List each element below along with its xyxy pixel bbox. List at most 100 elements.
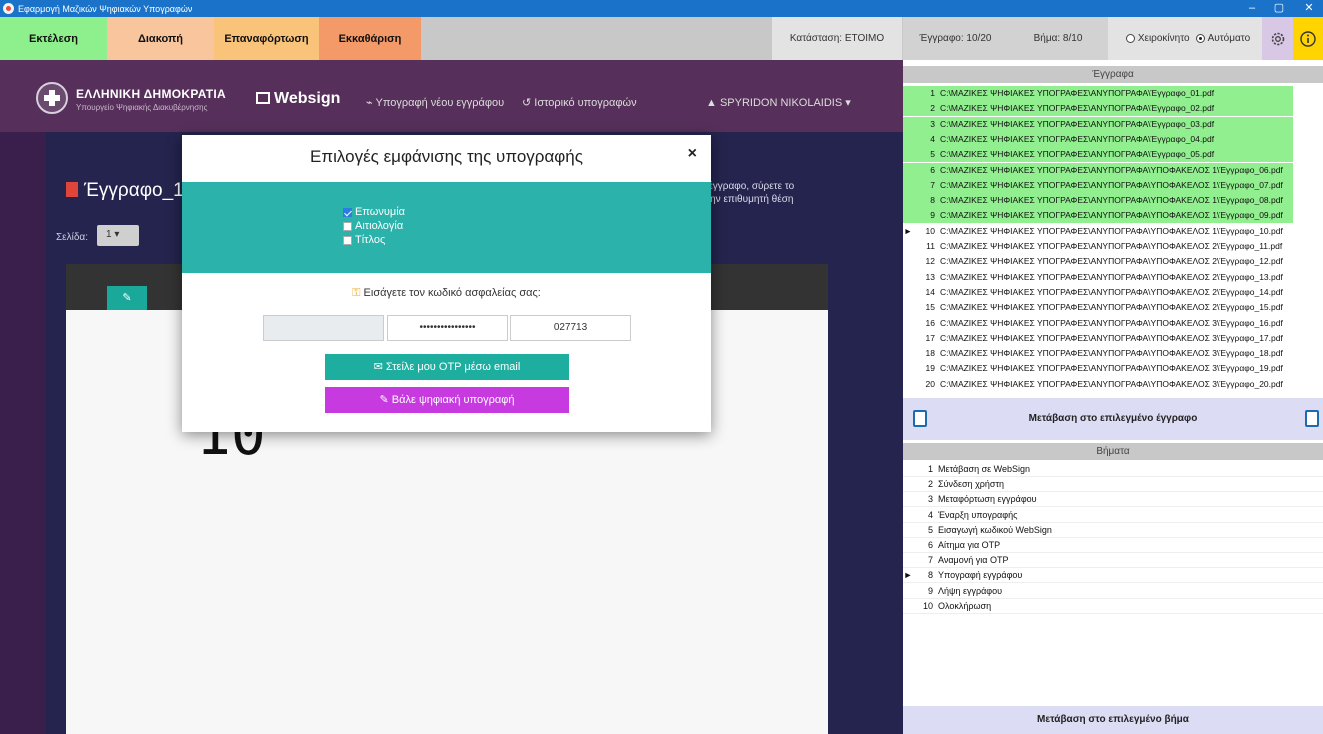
document-row[interactable]: 19 C:\ΜΑΖΙΚΕΣ ΨΗΦΙΑΚΕΣ ΥΠΟΓΡΑΦΕΣ\ΑΝΥΠΟΓΡΑ… (903, 361, 1293, 376)
document-row[interactable]: 15 C:\ΜΑΖΙΚΕΣ ΨΗΦΙΑΚΕΣ ΥΠΟΓΡΑΦΕΣ\ΑΝΥΠΟΓΡΑ… (903, 300, 1293, 315)
nav-signature-history[interactable]: ↺ Ιστορικό υπογραφών (522, 96, 637, 109)
step-label: Εισαγωγή κωδικού WebSign (938, 524, 1052, 535)
password-field[interactable]: •••••••••••••••• (387, 315, 508, 341)
step-row[interactable]: 7 Αναμονή για OTP (903, 553, 1323, 569)
user-menu[interactable]: ▲ SPYRIDON NIKOLAIDIS ▾ (706, 96, 851, 109)
checkbox-checked-icon[interactable] (343, 207, 352, 217)
username-field[interactable] (263, 315, 384, 341)
stop-button[interactable]: Διακοπή (107, 17, 214, 60)
websign-brand[interactable]: Websign (256, 90, 340, 108)
window-title: Εφαρμογή Μαζικών Ψηφιακών Υπογραφών (18, 3, 193, 14)
status-label: Κατάσταση: ΕΤΟΙΜΟ (772, 17, 902, 60)
document-number: 12 (925, 256, 935, 267)
document-row[interactable]: 4 C:\ΜΑΖΙΚΕΣ ΨΗΦΙΑΚΕΣ ΥΠΟΓΡΑΦΕΣ\ΑΝΥΠΟΓΡΑΦ… (903, 131, 1293, 147)
document-row[interactable]: 16 C:\ΜΑΖΙΚΕΣ ΨΗΦΙΑΚΕΣ ΥΠΟΓΡΑΦΕΣ\ΑΝΥΠΟΓΡΑ… (903, 316, 1293, 331)
document-number: 2 (930, 103, 935, 114)
document-number: 20 (925, 378, 935, 389)
manual-mode-radio[interactable] (1125, 34, 1135, 43)
step-label: Λήψη εγγράφου (938, 585, 1003, 596)
nav-new-signature[interactable]: ⌁ Υπογραφή νέου εγγράφου (366, 96, 504, 109)
maximize-button[interactable]: ▢ (1266, 0, 1292, 17)
step-number: 1 (927, 464, 933, 474)
minimize-button[interactable]: – (1239, 0, 1265, 17)
document-row[interactable]: 11 C:\ΜΑΖΙΚΕΣ ΨΗΦΙΑΚΕΣ ΥΠΟΓΡΑΦΕΣ\ΑΝΥΠΟΓΡΑ… (903, 239, 1293, 254)
document-row[interactable]: 5 C:\ΜΑΖΙΚΕΣ ΨΗΦΙΑΚΕΣ ΥΠΟΓΡΑΦΕΣ\ΑΝΥΠΟΓΡΑΦ… (903, 147, 1293, 163)
info-button[interactable] (1293, 17, 1323, 60)
modal-close-button[interactable]: × (688, 145, 697, 163)
checkbox-icon[interactable] (343, 221, 352, 231)
document-number: 4 (930, 133, 935, 144)
document-row[interactable]: 6 C:\ΜΑΖΙΚΕΣ ΨΗΦΙΑΚΕΣ ΥΠΟΓΡΑΦΕΣ\ΑΝΥΠΟΓΡΑΦ… (903, 162, 1293, 178)
page-select[interactable]: 1 ▾ (97, 225, 139, 246)
document-row[interactable]: 1 C:\ΜΑΖΙΚΕΣ ΨΗΦΙΑΚΕΣ ΥΠΟΓΡΑΦΕΣ\ΑΝΥΠΟΓΡΑΦ… (903, 86, 1293, 101)
edit-signature-button[interactable]: ✎ (107, 286, 147, 310)
document-row[interactable]: 8 C:\ΜΑΖΙΚΕΣ ΨΗΦΙΑΚΕΣ ΥΠΟΓΡΑΦΕΣ\ΑΝΥΠΟΓΡΑΦ… (903, 193, 1293, 209)
step-row[interactable]: 4 Έναρξη υπογραφής (903, 508, 1323, 523)
document-path: C:\ΜΑΖΙΚΕΣ ΨΗΦΙΑΚΕΣ ΥΠΟΓΡΑΦΕΣ\ΑΝΥΠΟΓΡΑΦΑ… (940, 348, 1283, 359)
document-number: 13 (925, 271, 935, 282)
step-row[interactable]: 10 Ολοκλήρωση (903, 599, 1323, 614)
step-row[interactable]: 1 Μετάβαση σε WebSign (903, 462, 1323, 477)
step-number: 8 (927, 570, 933, 581)
step-row[interactable]: 2 Σύνδεση χρήστη (903, 477, 1323, 493)
document-number: 14 (925, 286, 935, 297)
document-row[interactable]: ► 10 C:\ΜΑΖΙΚΕΣ ΨΗΦΙΑΚΕΣ ΥΠΟΓΡΑΦΕΣ\ΑΝΥΠΟΓΡ… (903, 224, 1293, 239)
clear-button[interactable]: Εκκαθάριση (319, 17, 421, 60)
close-button[interactable]: ✕ (1296, 0, 1322, 17)
step-row[interactable]: ► 8 Υπογραφή εγγράφου (903, 568, 1323, 584)
document-row[interactable]: 3 C:\ΜΑΖΙΚΕΣ ΨΗΦΙΑΚΕΣ ΥΠΟΓΡΑΦΕΣ\ΑΝΥΠΟΓΡΑΦ… (903, 116, 1293, 132)
step-row[interactable]: 3 Μεταφόρτωση εγγράφου (903, 492, 1323, 508)
reload-button[interactable]: Επαναφόρτωση (214, 17, 319, 60)
document-row[interactable]: 20 C:\ΜΑΖΙΚΕΣ ΨΗΦΙΑΚΕΣ ΥΠΟΓΡΑΦΕΣ\ΑΝΥΠΟΓΡΑ… (903, 377, 1293, 392)
document-path: C:\ΜΑΖΙΚΕΣ ΨΗΦΙΑΚΕΣ ΥΠΟΓΡΑΦΕΣ\ΑΝΥΠΟΓΡΑΦΑ… (940, 103, 1215, 114)
info-icon (1300, 30, 1316, 47)
settings-button[interactable] (1262, 17, 1293, 60)
option-title[interactable]: Τίτλος (343, 233, 405, 247)
document-icon (913, 410, 927, 427)
display-options: Επωνυμία Αιτιολογία Τίτλος (343, 205, 405, 247)
step-row[interactable]: 6 Αίτημα για OTP (903, 538, 1323, 553)
document-row[interactable]: 12 C:\ΜΑΖΙΚΕΣ ΨΗΦΙΑΚΕΣ ΥΠΟΓΡΑΦΕΣ\ΑΝΥΠΟΓΡΑ… (903, 254, 1293, 269)
sign-document-button[interactable]: ✎ Βάλε ψηφιακή υπογραφή (325, 387, 569, 413)
document-search-icon (1305, 410, 1319, 427)
send-otp-button[interactable]: ✉ Στείλε μου OTP μέσω email (325, 354, 569, 380)
key-icon: ⚿ (352, 287, 361, 299)
pdf-icon (66, 182, 78, 197)
document-number: 17 (925, 332, 935, 343)
document-row[interactable]: 17 C:\ΜΑΖΙΚΕΣ ΨΗΦΙΑΚΕΣ ΥΠΟΓΡΑΦΕΣ\ΑΝΥΠΟΓΡΑ… (903, 331, 1293, 346)
app-icon (3, 3, 14, 14)
document-row[interactable]: 14 C:\ΜΑΖΙΚΕΣ ΨΗΦΙΑΚΕΣ ΥΠΟΓΡΑΦΕΣ\ΑΝΥΠΟΓΡΑ… (903, 285, 1293, 300)
step-row[interactable]: 5 Εισαγωγή κωδικού WebSign (903, 523, 1323, 538)
document-row[interactable]: 2 C:\ΜΑΖΙΚΕΣ ΨΗΦΙΑΚΕΣ ΥΠΟΓΡΑΦΕΣ\ΑΝΥΠΟΓΡΑΦ… (903, 101, 1293, 117)
government-title: ΕΛΛΗΝΙΚΗ ΔΗΜΟΚΡΑΤΙΑ (76, 87, 226, 101)
goto-document-button[interactable]: Μετάβαση στο επιλεγμένο έγγραφο (903, 398, 1323, 440)
auto-mode-radio[interactable] (1195, 34, 1205, 43)
document-row[interactable]: 9 C:\ΜΑΖΙΚΕΣ ΨΗΦΙΑΚΕΣ ΥΠΟΓΡΑΦΕΣ\ΑΝΥΠΟΓΡΑΦ… (903, 208, 1293, 224)
step-counter: Βήμα: 8/10 (1008, 17, 1108, 60)
checkbox-icon[interactable] (343, 235, 352, 245)
password-prompt-text: Εισάγετε τον κωδικό ασφαλείας σας: (363, 287, 541, 299)
document-path: C:\ΜΑΖΙΚΕΣ ΨΗΦΙΑΚΕΣ ΥΠΟΓΡΑΦΕΣ\ΑΝΥΠΟΓΡΑΦΑ… (940, 210, 1283, 221)
ministry-subtitle: Υπουργείο Ψηφιακής Διακυβέρνησης (76, 103, 208, 112)
otp-field[interactable]: 027713 (510, 315, 631, 341)
step-row[interactable]: 9 Λήψη εγγράφου (903, 584, 1323, 599)
document-number: 5 (930, 149, 935, 160)
document-row[interactable]: 13 C:\ΜΑΖΙΚΕΣ ΨΗΦΙΑΚΕΣ ΥΠΟΓΡΑΦΕΣ\ΑΝΥΠΟΓΡΑ… (903, 270, 1293, 285)
run-button[interactable]: Εκτέλεση (0, 17, 107, 60)
signature-options-modal: Επιλογές εμφάνισης της υπογραφής × Επωνυ… (182, 135, 711, 432)
document-row[interactable]: 7 C:\ΜΑΖΙΚΕΣ ΨΗΦΙΑΚΕΣ ΥΠΟΓΡΑΦΕΣ\ΑΝΥΠΟΓΡΑΦ… (903, 177, 1293, 193)
goto-document-label: Μετάβαση στο επιλεγμένο έγγραφο (1028, 413, 1198, 424)
option-name[interactable]: Επωνυμία (343, 205, 405, 219)
mode-selector: Χειροκίνητο Αυτόματο (1108, 17, 1262, 60)
document-path: C:\ΜΑΖΙΚΕΣ ΨΗΦΙΑΚΕΣ ΥΠΟΓΡΑΦΕΣ\ΑΝΥΠΟΓΡΑΦΑ… (940, 241, 1283, 251)
document-path: C:\ΜΑΖΙΚΕΣ ΨΗΦΙΑΚΕΣ ΥΠΟΓΡΑΦΕΣ\ΑΝΥΠΟΓΡΑΦΑ… (940, 271, 1283, 282)
government-logo-icon (36, 82, 68, 114)
goto-step-button[interactable]: Μετάβαση στο επιλεγμένο βήμα (903, 706, 1323, 734)
step-label: Ολοκλήρωση (938, 600, 992, 611)
step-number: 5 (927, 524, 933, 535)
option-reason[interactable]: Αιτιολογία (343, 219, 405, 233)
step-number: 7 (927, 555, 933, 566)
document-row[interactable]: 18 C:\ΜΑΖΙΚΕΣ ΨΗΦΙΑΚΕΣ ΥΠΟΓΡΑΦΕΣ\ΑΝΥΠΟΓΡΑ… (903, 346, 1293, 361)
step-label: Υπογραφή εγγράφου (938, 570, 1023, 581)
title-bar: Εφαρμογή Μαζικών Ψηφιακών Υπογραφών – ▢ … (0, 0, 1323, 17)
